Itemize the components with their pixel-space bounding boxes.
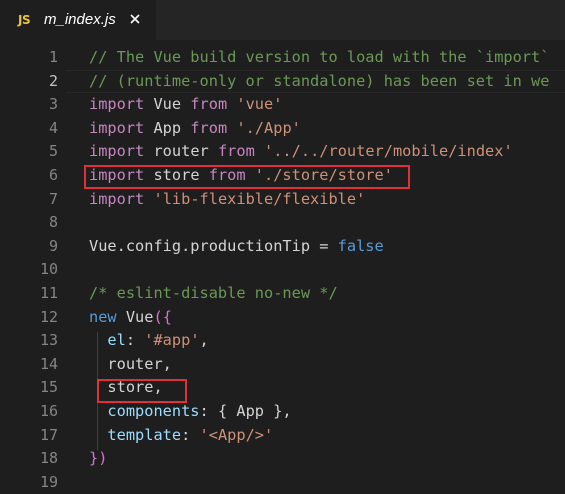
line-number: 5 (48, 142, 58, 161)
tab-bar: JS m_index.js (0, 0, 565, 40)
tab-title: m_index.js (44, 11, 116, 28)
code-token: Vue (116, 307, 154, 326)
code-token: '<App/>' (199, 425, 274, 444)
code-token: : (125, 331, 145, 350)
code-token: new (89, 307, 117, 326)
line-number: 18 (39, 449, 58, 468)
code-line[interactable]: /* eslint-disable no-new */ (89, 282, 338, 306)
code-line[interactable]: import App from './App' (89, 117, 301, 141)
code-token: Vue.config.productionTip = (89, 236, 338, 255)
line-number: 19 (39, 472, 58, 491)
code-token: Vue (144, 95, 191, 114)
line-number: 6 (48, 166, 58, 184)
code-token: from (190, 95, 228, 114)
code-token: 'lib-flexible/flexible' (153, 189, 366, 208)
code-token: '#app' (144, 331, 200, 350)
code-token: import (89, 189, 145, 208)
code-token: : { App }, (199, 402, 292, 420)
code-line[interactable]: new Vue({ (89, 306, 172, 330)
line-number: 7 (48, 189, 58, 208)
code-token: import (89, 95, 145, 114)
line-number: 14 (39, 354, 58, 373)
code-line[interactable]: import Vue from 'vue' (89, 93, 282, 117)
code-token: false (337, 236, 384, 255)
code-token: // (runtime-only or standalone) has been… (89, 71, 550, 90)
line-number: 9 (48, 236, 58, 255)
line-number: 11 (39, 284, 58, 302)
code-editor[interactable]: 1 2 3 4 5 6 7 8 9 10 11 12 13 14 15 16 17 18 19 // The Vue… (0, 40, 565, 494)
line-number: 15 (39, 378, 58, 397)
code-token: ({ (153, 307, 172, 326)
javascript-file-icon: JS (18, 13, 31, 27)
line-number: 16 (39, 402, 58, 420)
close-icon[interactable] (127, 11, 143, 27)
code-line[interactable]: template: '<App/>' (89, 424, 273, 448)
code-token: router, (89, 354, 172, 373)
code-line[interactable]: // The Vue build version to load with th… (89, 46, 549, 70)
editor-window: JS m_index.js 1 2 3 4 5 6 7 8 9 10 11 12 13 14 15 16 17 1… (0, 0, 565, 494)
line-number: 8 (48, 213, 58, 232)
code-line[interactable]: import 'lib-flexible/flexible' (89, 188, 365, 212)
code-token: './App' (236, 118, 301, 137)
code-token: import (89, 118, 145, 137)
code-token: template (107, 425, 182, 444)
line-number: 10 (39, 260, 58, 279)
line-number: 1 (48, 48, 58, 66)
code-token: '../../router/mobile/index' (264, 142, 513, 161)
line-number: 13 (39, 331, 58, 350)
code-token: router (144, 142, 218, 161)
code-line[interactable]: // (runtime-only or standalone) has been… (89, 70, 549, 94)
code-token: /* eslint-disable no-new */ (89, 284, 338, 302)
code-token: el (107, 331, 126, 350)
line-number: 4 (48, 118, 58, 137)
line-number-gutter: 1 2 3 4 5 6 7 8 9 10 11 12 13 14 15 16 17 18 19 (0, 40, 66, 494)
code-token: }) (89, 449, 108, 468)
code-token: components (107, 402, 200, 420)
line-number: 3 (48, 95, 58, 114)
code-token: 'vue' (236, 95, 283, 114)
code-line[interactable]: router, (89, 353, 172, 377)
line-number: 2 (48, 71, 58, 90)
highlight-box-import-store (84, 165, 410, 189)
code-token: App (144, 118, 191, 137)
code-line[interactable]: }) (89, 447, 107, 471)
tab-m-index-js[interactable]: JS m_index.js (0, 0, 157, 40)
line-number: 17 (39, 425, 58, 444)
code-token: from (190, 118, 228, 137)
code-token: // The Vue build version to load with th… (89, 48, 550, 66)
code-token: , (199, 331, 209, 350)
code-line[interactable]: el: '#app', (89, 329, 209, 353)
code-line[interactable]: import router from '../../router/mobile/… (89, 140, 513, 164)
highlight-box-store-property (97, 379, 187, 403)
code-line[interactable]: components: { App }, (89, 400, 292, 424)
code-token: from (217, 142, 255, 161)
code-token: : (181, 425, 200, 444)
code-token: import (89, 142, 145, 161)
code-line[interactable]: Vue.config.productionTip = false (89, 235, 384, 259)
line-number: 12 (39, 307, 58, 326)
